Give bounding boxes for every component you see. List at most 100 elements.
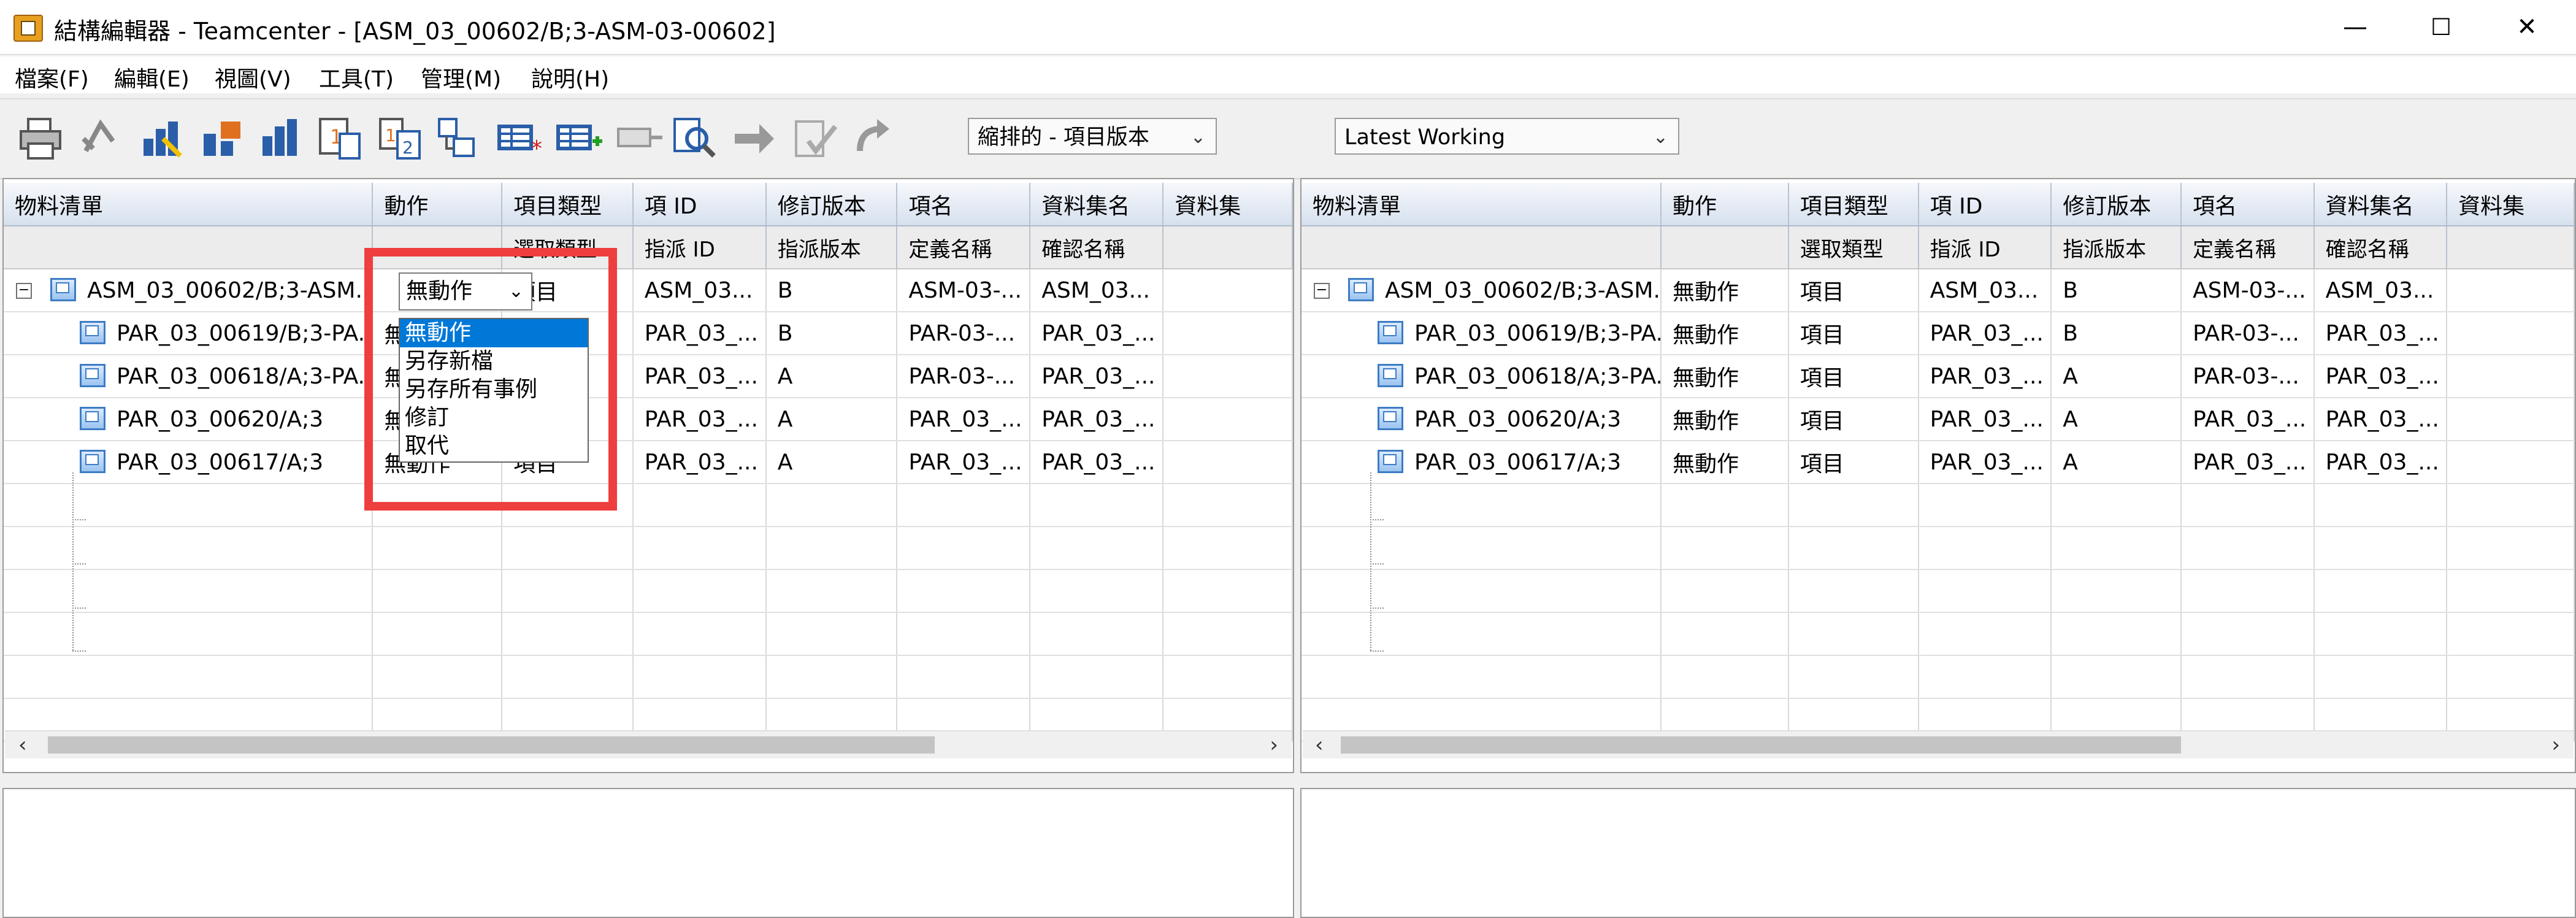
col-item-name[interactable]: 項名 — [2181, 183, 2315, 226]
col-item-id[interactable]: 項 ID — [632, 183, 767, 226]
maximize-button[interactable]: ☐ — [2404, 9, 2478, 45]
menu-file[interactable]: 檔案(F) — [15, 61, 89, 93]
left-bom-table: 物料清單 動作 項目類型 項 ID 修訂版本 項名 資料集名 資料集 選取類型 … — [4, 183, 1293, 742]
empty-row — [4, 569, 1293, 613]
check-icon[interactable] — [791, 114, 840, 163]
table-add-icon[interactable] — [556, 114, 605, 163]
col-dataset[interactable]: 資料集 — [1163, 183, 1293, 226]
subheader-assign-id: 指派 ID — [632, 226, 767, 269]
compare-2-icon[interactable]: 12 — [375, 114, 424, 163]
move-icon[interactable] — [730, 114, 779, 163]
item-name-cell: PAR_03_... — [2181, 441, 2315, 484]
view-mode-value: 縮排的 - 項目版本 — [978, 125, 1149, 150]
col-dataset[interactable]: 資料集 — [2447, 183, 2575, 226]
bom-line-cell[interactable]: PAR_03_00619/B;3-PA... — [4, 312, 374, 355]
compare-1-icon[interactable]: 1 — [315, 114, 364, 163]
assembly-icon — [1348, 278, 1374, 301]
bom-line-cell[interactable]: PAR_03_00619/B;3-PA... — [1301, 312, 1662, 355]
dataset-name-cell: ASM_03... — [1030, 269, 1164, 312]
bom-line-cell[interactable]: PAR_03_00618/A;3-PA... — [1301, 355, 1662, 398]
bom-line-cell[interactable]: PAR_03_00618/A;3-PA... — [4, 355, 374, 398]
col-bom[interactable]: 物料清單 — [1301, 183, 1662, 226]
bom-line-cell[interactable]: PAR_03_00617/A;3 — [4, 441, 374, 484]
action-cell[interactable]: 無動作 — [1660, 269, 1789, 312]
subheader-cell — [2447, 226, 2575, 269]
dataset-cell — [1163, 269, 1293, 312]
item-name-cell: PAR-03-... — [897, 355, 1031, 398]
scroll-left-icon[interactable]: ‹ — [1315, 733, 1324, 757]
menu-help[interactable]: 說明(H) — [531, 61, 609, 93]
item-type-cell: 項目 — [1788, 355, 1919, 398]
action-cell[interactable]: 無動作 — [1660, 441, 1789, 484]
table-icon[interactable] — [616, 114, 665, 163]
copy-structure-icon[interactable] — [76, 114, 125, 163]
table-row[interactable]: PAR_03_00617/A;3 無動作 項目 PAR_03_... A PAR… — [1301, 441, 2575, 484]
revision-cell: A — [2051, 441, 2182, 484]
col-item-type[interactable]: 項目類型 — [502, 183, 634, 226]
collapse-icon[interactable]: − — [1314, 283, 1330, 299]
redo-icon[interactable] — [850, 114, 899, 163]
view-mode-select[interactable]: 縮排的 - 項目版本 ⌄ — [968, 118, 1217, 155]
minimize-button[interactable]: — — [2318, 9, 2392, 45]
print-icon[interactable] — [16, 114, 65, 163]
table-row[interactable]: − ASM_03_00602/B;3-ASM... 項目 ASM_03... B… — [4, 269, 1293, 312]
col-dataset-name[interactable]: 資料集名 — [2313, 183, 2448, 226]
scrollbar-thumb[interactable] — [1341, 736, 2181, 754]
col-bom[interactable]: 物料清單 — [4, 183, 374, 226]
col-item-type[interactable]: 項目類型 — [1788, 183, 1919, 226]
table-row[interactable]: PAR_03_00619/B;3-PA... 無動作 項目 PAR_03_...… — [4, 312, 1293, 355]
item-name-cell: ASM-03-... — [897, 269, 1031, 312]
table-remove-icon[interactable]: * — [497, 114, 546, 163]
scroll-right-icon[interactable]: › — [2551, 733, 2560, 757]
menu-edit[interactable]: 編輯(E) — [114, 61, 190, 93]
horizontal-scrollbar[interactable]: ‹ › — [1303, 730, 2574, 758]
multi-level-icon[interactable] — [258, 114, 307, 163]
bom-line-cell[interactable]: PAR_03_00617/A;3 — [1301, 441, 1662, 484]
action-cell[interactable]: 無動作 — [1660, 398, 1789, 441]
table-row[interactable]: PAR_03_00619/B;3-PA... 無動作 項目 PAR_03_...… — [1301, 312, 2575, 355]
save-icon[interactable] — [199, 114, 248, 163]
bom-line-cell[interactable]: − ASM_03_00602/B;3-ASM... — [1301, 269, 1662, 312]
table-row[interactable]: PAR_03_00618/A;3-PA... 無動作 項目 PAR_03_...… — [4, 355, 1293, 398]
bom-line-cell[interactable]: PAR_03_00620/A;3 — [1301, 398, 1662, 441]
bom-line-cell[interactable]: PAR_03_00620/A;3 — [4, 398, 374, 441]
table-row[interactable]: PAR_03_00617/A;3 無動作 項目 PAR_03_... A PAR… — [4, 441, 1293, 484]
expand-icon[interactable] — [139, 114, 188, 163]
item-name-cell: PAR_03_... — [2181, 398, 2315, 441]
item-id-cell: ASM_03... — [1918, 269, 2052, 312]
menu-manage[interactable]: 管理(M) — [421, 61, 501, 93]
menu-bar: 檔案(F) 編輯(E) 視圖(V) 工具(T) 管理(M) 說明(H) — [0, 56, 2576, 93]
revision-cell: A — [765, 355, 898, 398]
highlight-annotation — [364, 248, 617, 511]
menu-tools[interactable]: 工具(T) — [319, 61, 394, 93]
horizontal-scrollbar[interactable]: ‹ › — [5, 730, 1292, 758]
bom-line-cell[interactable]: − ASM_03_00602/B;3-ASM... — [4, 269, 374, 312]
tree-line — [1370, 563, 1384, 565]
scrollbar-thumb[interactable] — [48, 736, 935, 754]
empty-row — [4, 655, 1293, 699]
col-item-id[interactable]: 項 ID — [1918, 183, 2052, 226]
dataset-name-cell: PAR_03_... — [2313, 312, 2448, 355]
table-row[interactable]: PAR_03_00620/A;3 無動作 項目 PAR_03_... A PAR… — [1301, 398, 2575, 441]
find-icon[interactable] — [670, 114, 719, 163]
scroll-left-icon[interactable]: ‹ — [18, 733, 27, 757]
action-cell[interactable]: 無動作 — [1660, 355, 1789, 398]
col-revision[interactable]: 修訂版本 — [2051, 183, 2182, 226]
table-row[interactable]: − ASM_03_00602/B;3-ASM... 無動作 項目 ASM_03.… — [1301, 269, 2575, 312]
menu-view[interactable]: 視圖(V) — [215, 61, 291, 93]
table-row[interactable]: PAR_03_00620/A;3 無動作 項目 PAR_03_... A PAR… — [4, 398, 1293, 441]
col-action[interactable]: 動作 — [1660, 183, 1789, 226]
align-icon[interactable] — [432, 114, 481, 163]
scroll-right-icon[interactable]: › — [1270, 733, 1278, 757]
col-item-name[interactable]: 項名 — [897, 183, 1031, 226]
tree-line — [1370, 650, 1384, 652]
dataset-name-cell: PAR_03_... — [1030, 441, 1164, 484]
col-revision[interactable]: 修訂版本 — [765, 183, 898, 226]
table-row[interactable]: PAR_03_00618/A;3-PA... 無動作 項目 PAR_03_...… — [1301, 355, 2575, 398]
collapse-icon[interactable]: − — [16, 283, 32, 299]
col-dataset-name[interactable]: 資料集名 — [1030, 183, 1164, 226]
revision-rule-select[interactable]: Latest Working ⌄ — [1335, 118, 1679, 155]
action-cell[interactable]: 無動作 — [1660, 312, 1789, 355]
col-action[interactable]: 動作 — [372, 183, 503, 226]
close-button[interactable]: ✕ — [2490, 9, 2564, 45]
